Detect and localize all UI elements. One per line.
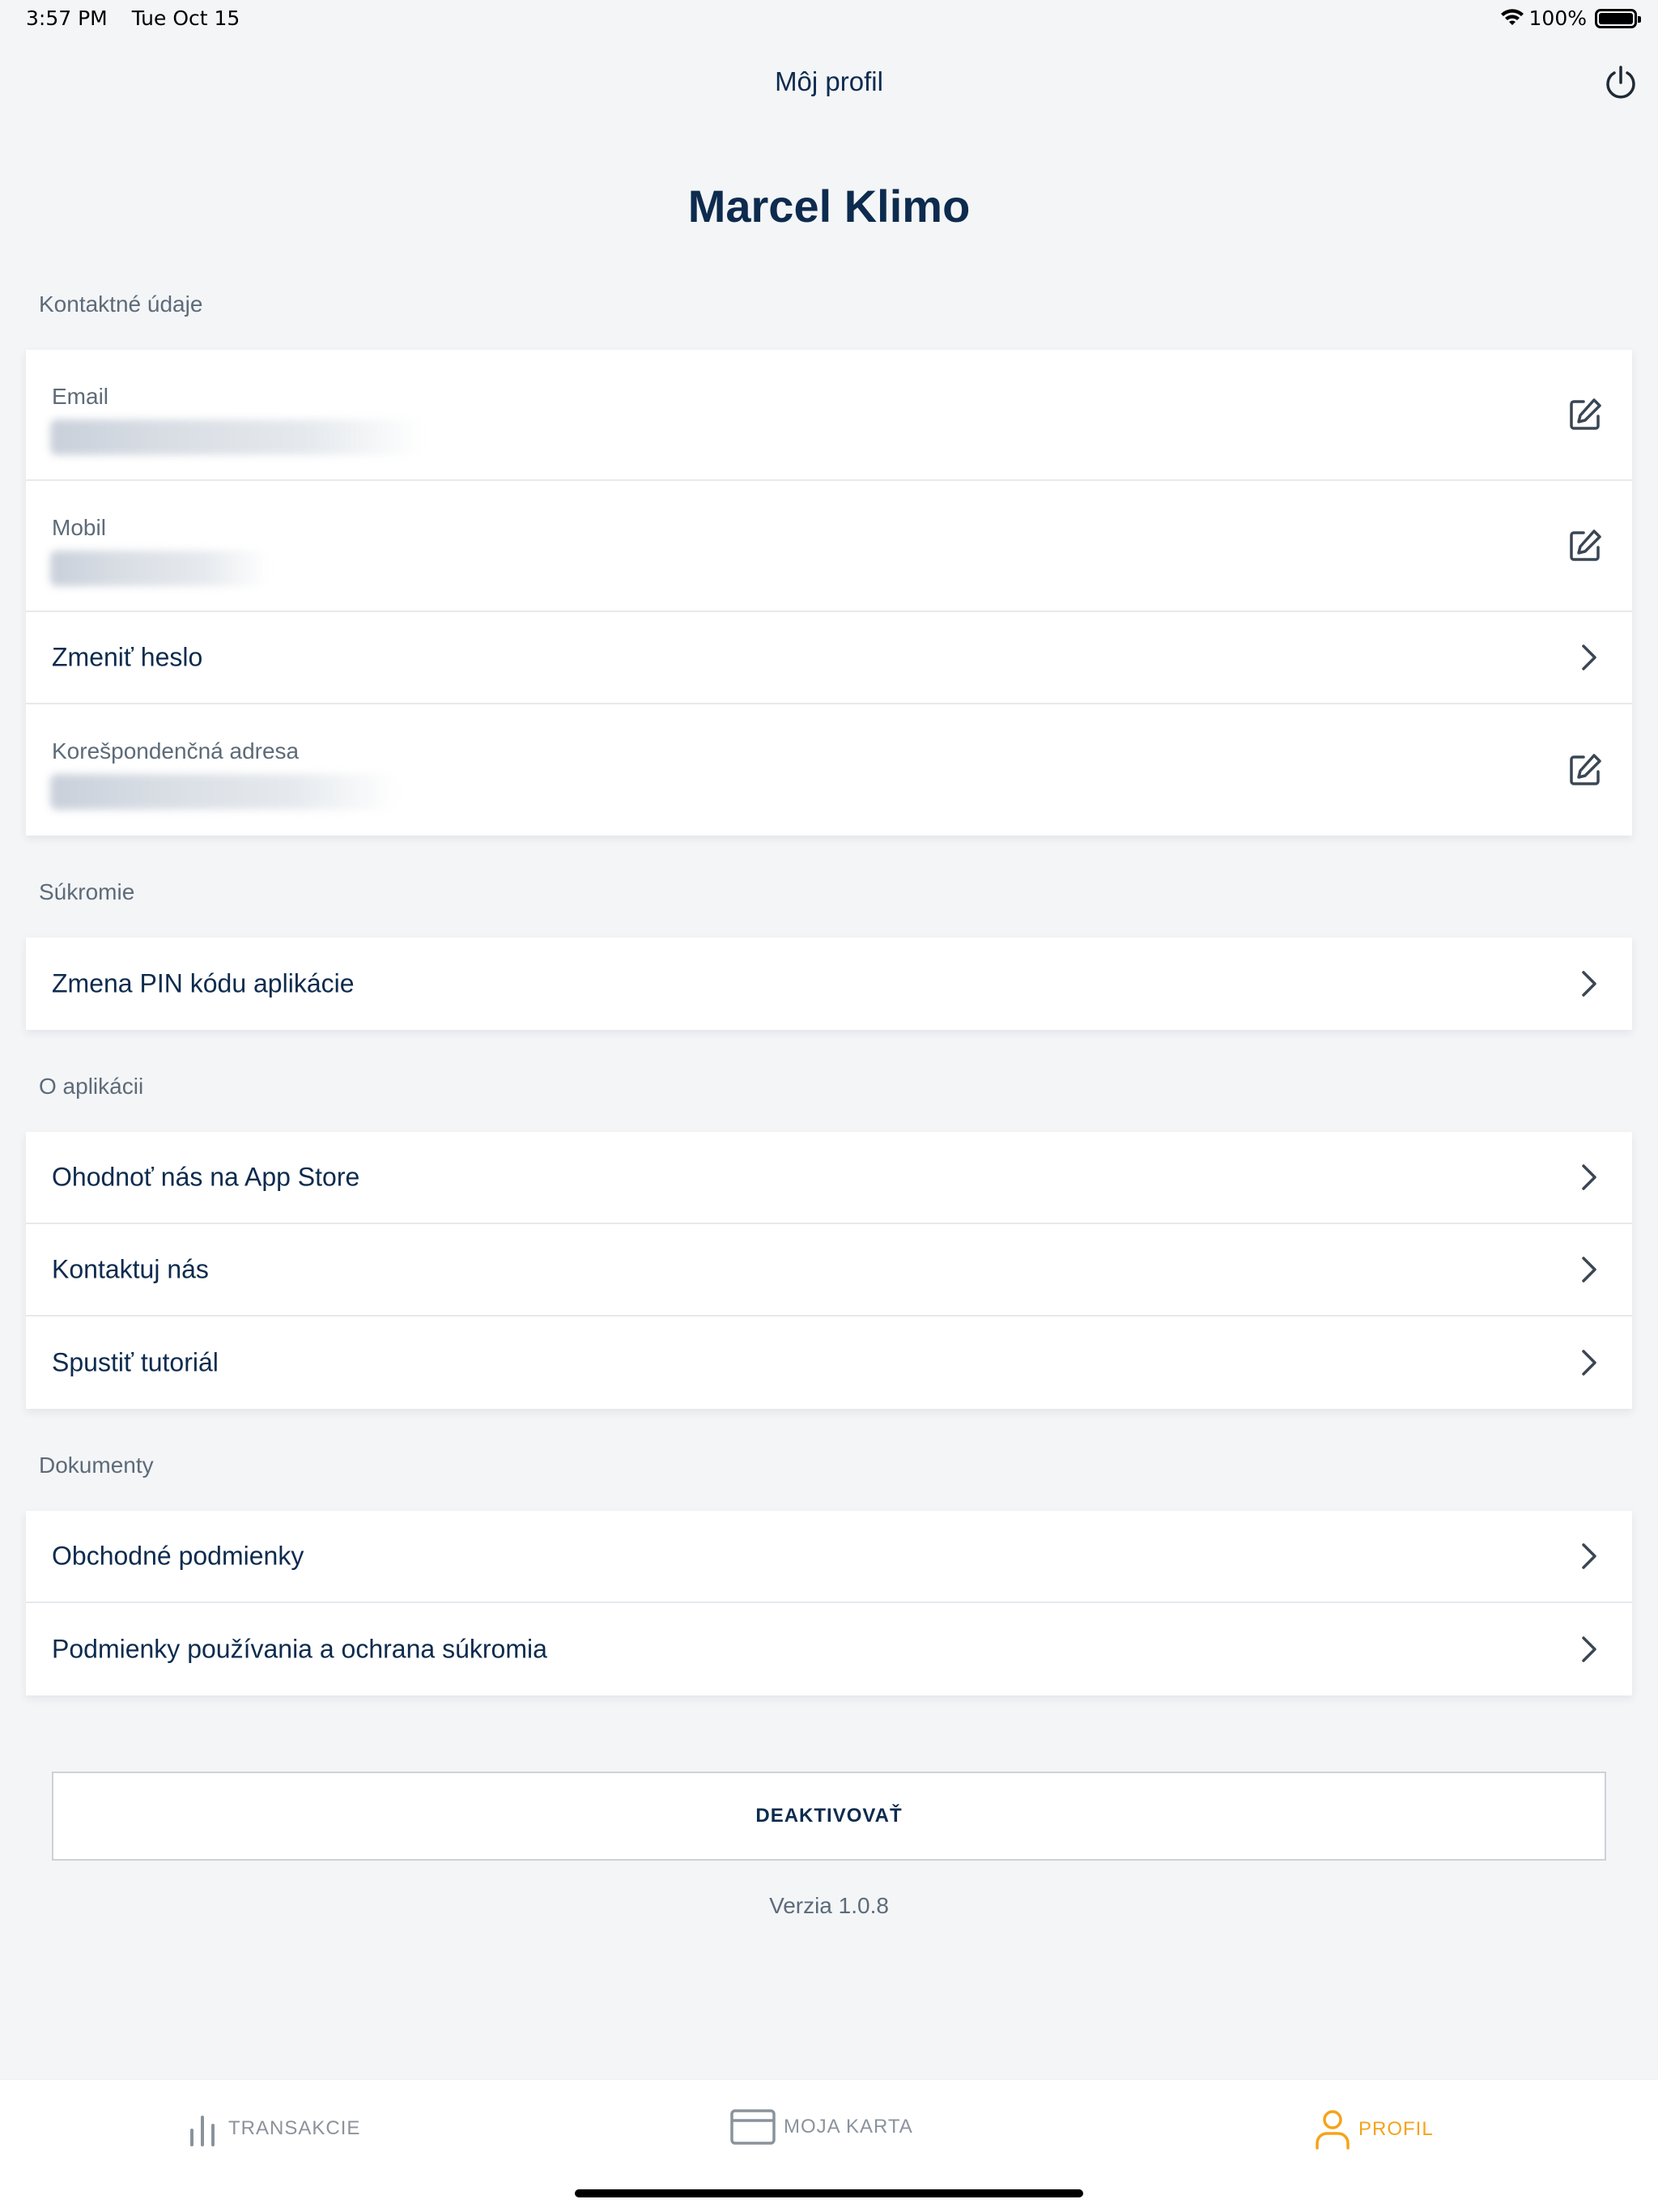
tab-profil[interactable]: PROFIL bbox=[1315, 2109, 1434, 2150]
status-left: 3:57 PM Tue Oct 15 bbox=[26, 6, 240, 30]
chevron-right-icon bbox=[1582, 1350, 1596, 1376]
tab-profil-label: PROFIL bbox=[1358, 2118, 1434, 2140]
tutorial-label: Spustiť tutoriál bbox=[52, 1347, 219, 1377]
app-version: Verzia 1.0.8 bbox=[769, 1893, 889, 1918]
contact-card: Email Mobil Zmeniť heslo Korešpondenčná … bbox=[26, 350, 1632, 836]
edit-icon[interactable] bbox=[1566, 395, 1605, 434]
page-title: Môj profil bbox=[775, 66, 883, 96]
rate-app-row[interactable]: Ohodnoť nás na App Store bbox=[26, 1132, 1632, 1224]
address-row[interactable]: Korešpondenčná adresa bbox=[26, 704, 1632, 836]
profile-name: Marcel Klimo bbox=[687, 181, 971, 232]
status-date: Tue Oct 15 bbox=[131, 6, 240, 30]
tab-moja-karta[interactable]: MOJA KARTA bbox=[730, 2109, 913, 2145]
bar-chart-icon bbox=[190, 2116, 215, 2146]
tab-moja-karta-label: MOJA KARTA bbox=[784, 2116, 913, 2138]
home-indicator bbox=[575, 2189, 1083, 2197]
status-bar: 3:57 PM Tue Oct 15 100% bbox=[0, 0, 1658, 39]
change-password-row[interactable]: Zmeniť heslo bbox=[26, 612, 1632, 704]
tutorial-row[interactable]: Spustiť tutoriál bbox=[26, 1317, 1632, 1409]
chevron-right-icon bbox=[1582, 1543, 1596, 1569]
rate-app-label: Ohodnoť nás na App Store bbox=[52, 1162, 360, 1192]
chevron-right-icon bbox=[1582, 644, 1596, 670]
chevron-right-icon bbox=[1582, 971, 1596, 997]
about-card: Ohodnoť nás na App Store Kontaktuj nás S… bbox=[26, 1132, 1632, 1409]
terms-row[interactable]: Obchodné podmienky bbox=[26, 1511, 1632, 1603]
section-label-about: O aplikácii bbox=[39, 1074, 144, 1099]
status-time: 3:57 PM bbox=[26, 6, 108, 30]
section-label-privacy: Súkromie bbox=[39, 879, 135, 904]
contact-us-row[interactable]: Kontaktuj nás bbox=[26, 1224, 1632, 1317]
change-pin-row[interactable]: Zmena PIN kódu aplikácie bbox=[26, 938, 1632, 1030]
edit-icon[interactable] bbox=[1566, 526, 1605, 565]
tab-transakcie[interactable]: TRANSAKCIE bbox=[188, 2109, 360, 2148]
email-row[interactable]: Email bbox=[26, 350, 1632, 481]
privacy-terms-label: Podmienky používania a ochrana súkromia bbox=[52, 1634, 547, 1664]
address-value-redacted bbox=[50, 774, 398, 810]
card-icon bbox=[730, 2109, 776, 2145]
user-icon bbox=[1316, 2110, 1350, 2150]
terms-label: Obchodné podmienky bbox=[52, 1541, 304, 1571]
address-label: Korešpondenčná adresa bbox=[52, 738, 300, 764]
mobile-value-redacted bbox=[50, 551, 269, 586]
email-value-redacted bbox=[50, 419, 423, 455]
wifi-icon bbox=[1500, 8, 1524, 25]
documents-card: Obchodné podmienky Podmienky používania … bbox=[26, 1511, 1632, 1695]
deactivate-button[interactable]: DEAKTIVOVAŤ bbox=[52, 1772, 1606, 1861]
chevron-right-icon bbox=[1582, 1257, 1596, 1283]
battery-icon bbox=[1595, 8, 1641, 28]
chevron-right-icon bbox=[1582, 1164, 1596, 1190]
privacy-card: Zmena PIN kódu aplikácie bbox=[26, 938, 1632, 1030]
email-label: Email bbox=[52, 384, 109, 409]
mobile-row[interactable]: Mobil bbox=[26, 481, 1632, 612]
change-pin-label: Zmena PIN kódu aplikácie bbox=[52, 968, 355, 998]
profile-screen: 3:57 PM Tue Oct 15 100% Môj profil Marce… bbox=[0, 0, 1658, 2212]
battery-percent: 100% bbox=[1528, 6, 1587, 30]
edit-icon[interactable] bbox=[1566, 751, 1605, 789]
chevron-right-icon bbox=[1582, 1636, 1596, 1662]
change-password-label: Zmeniť heslo bbox=[52, 642, 203, 672]
section-label-contact: Kontaktné údaje bbox=[39, 291, 203, 317]
mobile-label: Mobil bbox=[52, 515, 106, 540]
power-icon[interactable] bbox=[1601, 63, 1640, 102]
section-label-documents: Dokumenty bbox=[39, 1453, 154, 1478]
tab-transakcie-label: TRANSAKCIE bbox=[228, 2117, 361, 2139]
contact-us-label: Kontaktuj nás bbox=[52, 1254, 209, 1284]
privacy-terms-row[interactable]: Podmienky používania a ochrana súkromia bbox=[26, 1603, 1632, 1695]
status-right: 100% bbox=[1500, 6, 1641, 30]
